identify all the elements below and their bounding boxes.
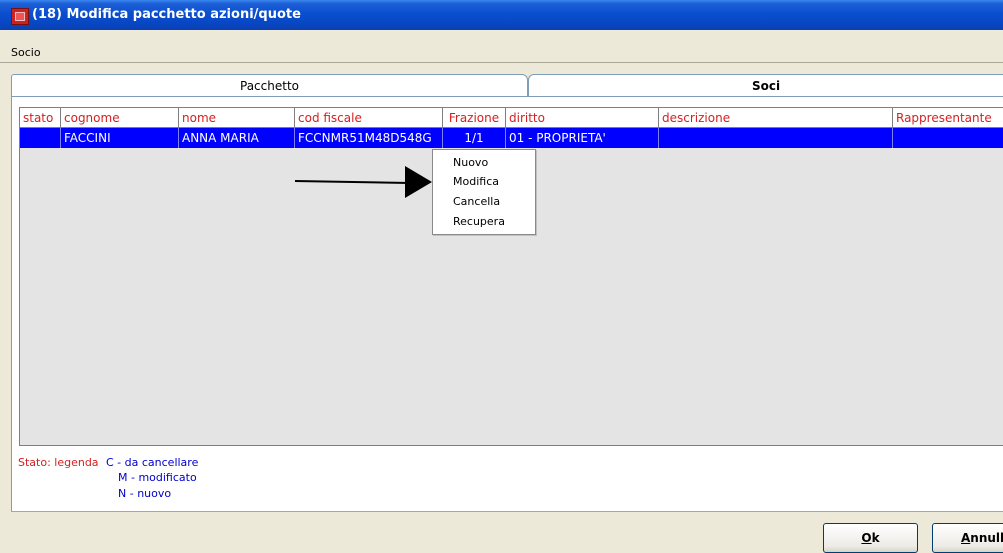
- column-header-diritto[interactable]: diritto: [506, 108, 659, 128]
- footer-divider: [11, 511, 1003, 512]
- context-menu-cancella[interactable]: Cancella: [453, 195, 500, 208]
- menu-bar: Socio: [0, 43, 1003, 61]
- window-title: (18) Modifica pacchetto azioni/quote: [32, 7, 301, 22]
- menu-socio[interactable]: Socio: [11, 46, 41, 59]
- column-header-stato[interactable]: stato: [20, 108, 61, 128]
- ok-label-rest: k: [871, 531, 880, 545]
- title-bar[interactable]: (18) Modifica pacchetto azioni/quote: [0, 0, 1003, 30]
- tab-soci[interactable]: Soci: [528, 74, 1003, 97]
- column-header-cognome[interactable]: cognome: [61, 108, 179, 128]
- cell-descrizione[interactable]: [659, 128, 893, 148]
- cancel-hotkey: A: [961, 531, 971, 545]
- legend-label: Stato: legenda: [18, 456, 99, 469]
- app-icon: [11, 8, 29, 25]
- context-menu-recupera[interactable]: Recupera: [453, 215, 505, 228]
- tab-pacchetto[interactable]: Pacchetto: [11, 74, 528, 97]
- cell-stato[interactable]: [20, 128, 61, 148]
- ok-hotkey: O: [861, 531, 872, 545]
- cancel-label-rest: nnull: [970, 531, 1003, 545]
- ok-button[interactable]: Ok: [823, 523, 918, 553]
- menu-divider: [0, 62, 1003, 63]
- cell-cod-fiscale[interactable]: FCCNMR51M48D548G: [295, 128, 443, 148]
- legend-entry-new: N - nuovo: [118, 487, 172, 500]
- cancel-button[interactable]: Annull: [932, 523, 1003, 553]
- context-menu-nuovo[interactable]: Nuovo: [453, 156, 488, 169]
- cell-rappresentante[interactable]: [893, 128, 1003, 148]
- cell-frazione[interactable]: 1/1: [443, 128, 506, 148]
- cell-diritto[interactable]: 01 - PROPRIETA': [506, 128, 659, 148]
- legend-entry-modified: M - modificato: [118, 471, 197, 484]
- column-header-cod-fiscale[interactable]: cod fiscale: [295, 108, 443, 128]
- pointer-arrow-icon: [405, 166, 432, 198]
- grid-header: stato cognome nome cod fiscale Frazione …: [20, 108, 1003, 128]
- table-row[interactable]: FACCINI ANNA MARIA FCCNMR51M48D548G 1/1 …: [20, 128, 1003, 148]
- column-header-descrizione[interactable]: descrizione: [659, 108, 893, 128]
- cell-cognome[interactable]: FACCINI: [61, 128, 179, 148]
- column-header-nome[interactable]: nome: [179, 108, 295, 128]
- legend-entry-cancel: C - da cancellare: [106, 456, 199, 469]
- context-menu: Nuovo Modifica Cancella Recupera: [432, 149, 536, 235]
- cell-nome[interactable]: ANNA MARIA: [179, 128, 295, 148]
- column-header-rappresentante[interactable]: Rappresentante: [893, 108, 1003, 128]
- context-menu-modifica[interactable]: Modifica: [453, 175, 499, 188]
- column-header-frazione[interactable]: Frazione: [443, 108, 506, 128]
